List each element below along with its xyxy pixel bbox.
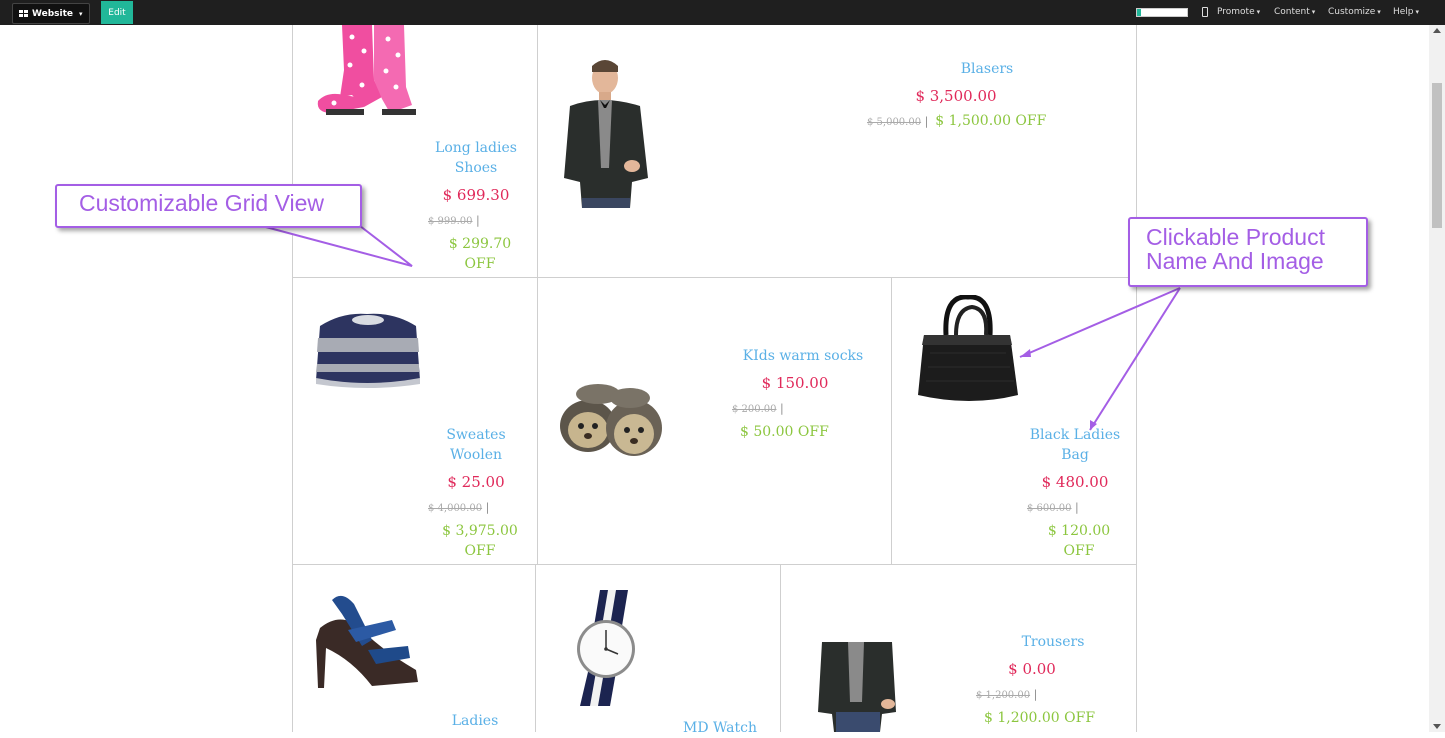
edit-button[interactable]: Edit: [101, 1, 133, 24]
website-menu-label: Website: [32, 8, 74, 19]
caret-down-icon: ▾: [1311, 8, 1316, 16]
callout-text: Clickable Product Name And Image: [1146, 224, 1325, 274]
caret-down-icon: ▾: [1377, 8, 1381, 16]
kids-booties-image[interactable]: [558, 378, 668, 463]
striped-sweater-image[interactable]: [312, 308, 422, 388]
callout-text: Customizable Grid View: [79, 190, 325, 216]
old-price-line: $ 999.00 |: [428, 214, 480, 227]
grid-border: [292, 277, 1137, 278]
product-name-link[interactable]: Long ladies Shoes: [416, 138, 536, 178]
scroll-up-icon[interactable]: [1433, 28, 1441, 33]
product-name-link[interactable]: Ladies: [415, 711, 535, 731]
product-price: $ 480.00: [1041, 473, 1109, 491]
mobile-preview-icon[interactable]: [1202, 7, 1208, 17]
product-card-1: Long ladies Shoes $ 699.30 $ 999.00 | $ 2…: [416, 138, 536, 274]
grid-border: [535, 564, 536, 732]
customize-menu[interactable]: Customize ▾: [1328, 7, 1381, 17]
black-handbag-image[interactable]: [910, 295, 1025, 410]
clickable-product-callout: Clickable Product Name And Image: [1128, 217, 1368, 287]
progress-bar: [1136, 8, 1188, 17]
scroll-down-icon[interactable]: [1433, 724, 1441, 729]
editor-top-bar: Website ▾ Edit Promote ▾ Content ▾ Customi…: [0, 0, 1445, 25]
product-price: $ 3,500.00: [915, 87, 997, 105]
product-card-5: Black Ladies Bag $ 480.00 $ 600.00 | $ 12…: [1015, 425, 1135, 561]
product-price: $ 150.00: [761, 374, 829, 392]
product-card-6: Ladies: [415, 711, 535, 731]
product-card-4: KIds warm socks $ 150.00 $ 200.00 | $ 50…: [728, 346, 878, 442]
website-menu-button[interactable]: Website ▾: [12, 3, 90, 24]
old-price-line: $ 200.00 |: [732, 402, 784, 415]
grid-border: [292, 25, 293, 732]
product-name-link[interactable]: Blasers: [860, 59, 1110, 79]
pink-rain-boots-image[interactable]: [312, 25, 422, 120]
discount-amount: $ 3,975.00 OFF: [442, 523, 518, 559]
product-price: $ 0.00: [1008, 660, 1056, 678]
product-name-link[interactable]: KIds warm socks: [728, 346, 878, 366]
blue-high-heels-image[interactable]: [312, 590, 422, 690]
product-name-link[interactable]: Trousers: [968, 632, 1128, 652]
product-card-2: Blasers $ 3,500.00 $ 5,000.00 | $ 1,500.…: [860, 59, 1110, 133]
discount-amount: $ 1,200.00 OFF: [984, 710, 1096, 726]
caret-down-icon: ▾: [1415, 8, 1420, 16]
promote-menu[interactable]: Promote ▾: [1217, 7, 1260, 17]
man-in-jacket-jeans-image[interactable]: [812, 642, 902, 732]
striped-strap-watch-image[interactable]: [570, 590, 650, 708]
help-menu[interactable]: Help ▾: [1393, 7, 1419, 17]
old-price-line: $ 600.00 |: [1027, 501, 1079, 514]
product-price: $ 699.30: [442, 186, 510, 204]
product-name-link[interactable]: MD Watch: [660, 718, 780, 738]
discount-amount: $ 299.70 OFF: [448, 236, 512, 272]
content-menu[interactable]: Content ▾: [1274, 7, 1315, 17]
grid-border: [891, 277, 892, 564]
progress-fill: [1137, 9, 1141, 16]
product-name-link[interactable]: Sweates Woolen: [416, 425, 536, 465]
caret-down-icon: ▾: [1256, 8, 1261, 16]
discount-amount: $ 120.00 OFF: [1047, 523, 1111, 559]
grid-view-callout: Customizable Grid View: [55, 184, 362, 228]
product-price: $ 25.00: [447, 473, 505, 491]
product-card-3: Sweates Woolen $ 25.00 $ 4,000.00 | $ 3,9…: [416, 425, 536, 561]
grid-border: [292, 564, 1137, 565]
old-price-line: $ 4,000.00 |: [428, 501, 490, 514]
old-price-line: $ 1,200.00 |: [976, 688, 1038, 701]
scroll-thumb[interactable]: [1432, 83, 1442, 228]
grid-border: [537, 25, 538, 564]
grid-icon: [19, 10, 28, 17]
old-price-line: $ 5,000.00 | $ 1,500.00 OFF: [867, 113, 1047, 129]
man-in-blazer-image[interactable]: [562, 58, 662, 208]
discount-amount: $ 50.00 OFF: [740, 424, 829, 440]
product-name-link[interactable]: Black Ladies Bag: [1015, 425, 1135, 465]
callout-arrows: [261, 225, 1181, 431]
grid-border: [780, 564, 781, 732]
caret-down-icon: ▾: [79, 9, 83, 18]
product-card-8: Trousers $ 0.00 $ 1,200.00 | $ 1,200.00 …: [968, 632, 1128, 728]
edit-label: Edit: [108, 7, 126, 18]
vertical-scrollbar[interactable]: [1429, 25, 1445, 732]
product-card-7: MD Watch: [660, 718, 780, 738]
grid-border: [1136, 25, 1137, 732]
